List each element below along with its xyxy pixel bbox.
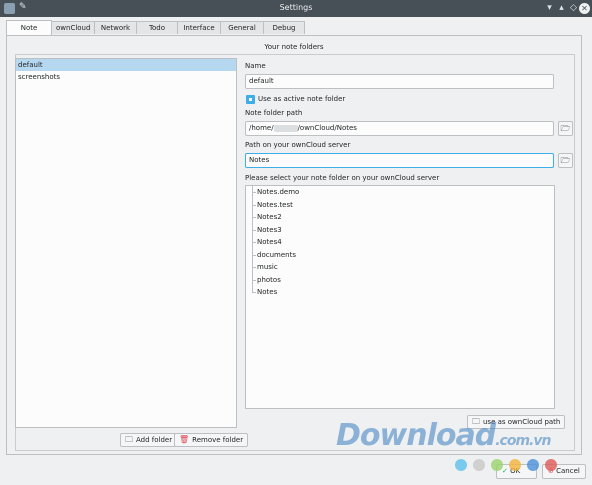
name-field[interactable]: default — [245, 74, 554, 89]
browse-server-button[interactable]: 🗁 — [558, 153, 573, 168]
folder-open-icon: 🗁 — [560, 124, 571, 133]
window-title: Settings — [279, 3, 313, 12]
server-path-label: Path on your ownCloud server — [245, 141, 351, 149]
browse-path-button[interactable]: 🗁 — [558, 121, 573, 136]
server-folder-tree[interactable]: Notes.demo Notes.test Notes2 Notes3 Note… — [245, 185, 555, 409]
server-path-field[interactable]: Notes — [245, 153, 554, 168]
tree-item[interactable]: Notes4 — [257, 238, 282, 246]
tab-debug[interactable]: Debug — [263, 21, 305, 34]
tree-item[interactable]: Notes.demo — [257, 188, 299, 196]
path-label: Note folder path — [245, 109, 303, 117]
name-label: Name — [245, 62, 266, 70]
tab-network[interactable]: Network — [94, 21, 137, 34]
tree-item[interactable]: music — [257, 263, 278, 271]
list-item[interactable]: screenshots — [16, 71, 236, 83]
tree-item[interactable]: Notes.test — [257, 201, 293, 209]
folder-open-icon: 🗁 — [560, 156, 571, 165]
list-item[interactable]: default — [16, 59, 236, 71]
section-title: Your note folders — [264, 43, 324, 51]
close-icon[interactable]: ✕ — [579, 3, 590, 14]
watermark-dots — [455, 459, 563, 471]
tree-item[interactable]: documents — [257, 251, 296, 259]
remove-folder-button[interactable]: 🗑 Remove folder — [174, 433, 249, 447]
tree-item[interactable]: Notes3 — [257, 226, 282, 234]
tree-guide-line — [252, 186, 253, 292]
active-folder-checkbox[interactable] — [246, 95, 255, 104]
settings-tabs: Note folders ownCloud Network Todo Inter… — [6, 20, 305, 47]
tab-general[interactable]: General — [220, 21, 264, 34]
keep-above-icon[interactable]: ◇ — [568, 2, 579, 14]
maximize-icon[interactable]: ▴ — [556, 2, 567, 14]
download-watermark: Download.com.vn — [336, 418, 551, 453]
tab-interface[interactable]: Interface — [177, 21, 221, 34]
redacted-username — [273, 124, 298, 132]
note-folder-list[interactable]: default screenshots — [15, 58, 237, 428]
select-server-folder-label: Please select your note folder on your o… — [245, 174, 440, 182]
folder-add-icon: 🗀 — [125, 435, 133, 444]
tree-item[interactable]: photos — [257, 276, 281, 284]
note-folder-path-field[interactable]: /home//ownCloud/Notes — [245, 121, 554, 136]
tree-item[interactable]: Notes2 — [257, 213, 282, 221]
tab-note-folders[interactable]: Note folders — [6, 20, 52, 47]
window-titlebar: ✎ Settings ▾ ▴ ◇ ✕ — [0, 0, 592, 17]
tab-todo[interactable]: Todo — [136, 21, 178, 34]
minimize-icon[interactable]: ▾ — [544, 2, 555, 14]
active-folder-label: Use as active note folder — [258, 95, 346, 103]
trash-icon: 🗑 — [179, 435, 190, 444]
tab-owncloud[interactable]: ownCloud — [51, 21, 95, 34]
tree-item[interactable]: Notes — [257, 288, 277, 296]
add-folder-button[interactable]: 🗀 Add folder — [120, 433, 178, 447]
